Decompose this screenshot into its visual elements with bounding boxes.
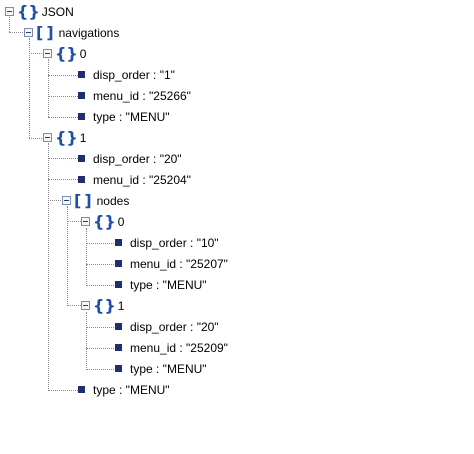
collapse-toggle-icon[interactable] [43,133,52,142]
node-label: 0 [79,46,87,61]
leaf-bullet-icon [78,155,85,162]
array-brackets-icon: [] [36,22,57,42]
leaf-text: type : "MENU" [93,109,170,124]
object-braces-icon: {} [93,295,116,315]
tree-connector [48,200,63,201]
leaf-text: menu_id : "25204" [93,172,191,187]
collapse-toggle-icon[interactable] [81,301,90,310]
leaf-bullet-icon [115,260,122,267]
tree-connector [29,138,44,139]
tree-leaf[interactable]: menu_id : "25266" [78,85,191,106]
leaf-text: disp_order : "10" [130,235,219,250]
array-brackets-icon: [] [74,190,95,210]
leaf-bullet-icon [78,113,85,120]
leaf-text: disp_order : "20" [93,151,182,166]
object-braces-icon: {} [93,211,116,231]
tree-node-nodes-0[interactable]: {} 0 [81,211,124,232]
object-braces-icon: {} [17,1,40,21]
object-braces-icon: {} [55,127,78,147]
tree-node-nodes[interactable]: [] nodes [62,190,129,211]
collapse-toggle-icon[interactable] [5,7,14,16]
node-label: 1 [117,298,125,313]
leaf-text: menu_id : "25209" [130,340,228,355]
node-label: 0 [117,214,125,229]
tree-connector [86,327,114,328]
tree-connector [48,59,49,117]
tree-node-navigations[interactable]: [] navigations [24,22,119,43]
tree-connector [48,75,78,76]
tree-connector [29,53,44,54]
leaf-text: menu_id : "25207" [130,256,228,271]
tree-connector [86,228,87,286]
tree-connector [48,143,49,391]
node-label: nodes [96,193,130,208]
tree-connector [86,369,114,370]
tree-leaf[interactable]: menu_id : "25207" [115,253,228,274]
leaf-text: disp_order : "20" [130,319,219,334]
tree-node-root[interactable]: {} JSON [5,1,74,22]
collapse-toggle-icon[interactable] [81,217,90,226]
tree-leaf[interactable]: menu_id : "25204" [78,169,191,190]
tree-leaf[interactable]: type : "MENU" [115,358,207,379]
tree-leaf[interactable]: menu_id : "25209" [115,337,228,358]
leaf-bullet-icon [78,386,85,393]
tree-connector [48,96,78,97]
tree-connector [86,285,114,286]
leaf-bullet-icon [78,92,85,99]
leaf-bullet-icon [115,323,122,330]
leaf-bullet-icon [78,71,85,78]
tree-connector [48,390,78,391]
tree-connector [48,179,78,180]
leaf-text: menu_id : "25266" [93,88,191,103]
leaf-bullet-icon [115,365,122,372]
leaf-bullet-icon [115,281,122,288]
tree-leaf[interactable]: type : "MENU" [115,274,207,295]
tree-connector [86,264,114,265]
tree-leaf[interactable]: type : "MENU" [78,106,170,127]
tree-node-navigations-1[interactable]: {} 1 [43,127,86,148]
leaf-text: type : "MENU" [130,277,207,292]
leaf-text: type : "MENU" [130,361,207,376]
object-braces-icon: {} [55,43,78,63]
node-label: 1 [79,130,87,145]
tree-connector [48,158,78,159]
leaf-text: type : "MENU" [93,382,170,397]
collapse-toggle-icon[interactable] [24,28,33,37]
tree-connector [86,243,114,244]
tree-leaf[interactable]: type : "MENU" [78,379,170,400]
tree-leaf[interactable]: disp_order : "20" [115,316,219,337]
tree-leaf[interactable]: disp_order : "20" [78,148,182,169]
tree-connector [48,117,78,118]
tree-connector [9,32,25,33]
node-label: JSON [41,4,74,19]
tree-node-navigations-0[interactable]: {} 0 [43,43,86,64]
node-label: navigations [58,25,120,40]
tree-connector [86,312,87,370]
leaf-bullet-icon [115,239,122,246]
tree-node-nodes-1[interactable]: {} 1 [81,295,124,316]
tree-connector [86,348,114,349]
collapse-toggle-icon[interactable] [62,196,71,205]
tree-leaf[interactable]: disp_order : "1" [78,64,175,85]
leaf-bullet-icon [115,344,122,351]
leaf-text: disp_order : "1" [93,67,175,82]
tree-leaf[interactable]: disp_order : "10" [115,232,219,253]
collapse-toggle-icon[interactable] [43,49,52,58]
leaf-bullet-icon [78,176,85,183]
